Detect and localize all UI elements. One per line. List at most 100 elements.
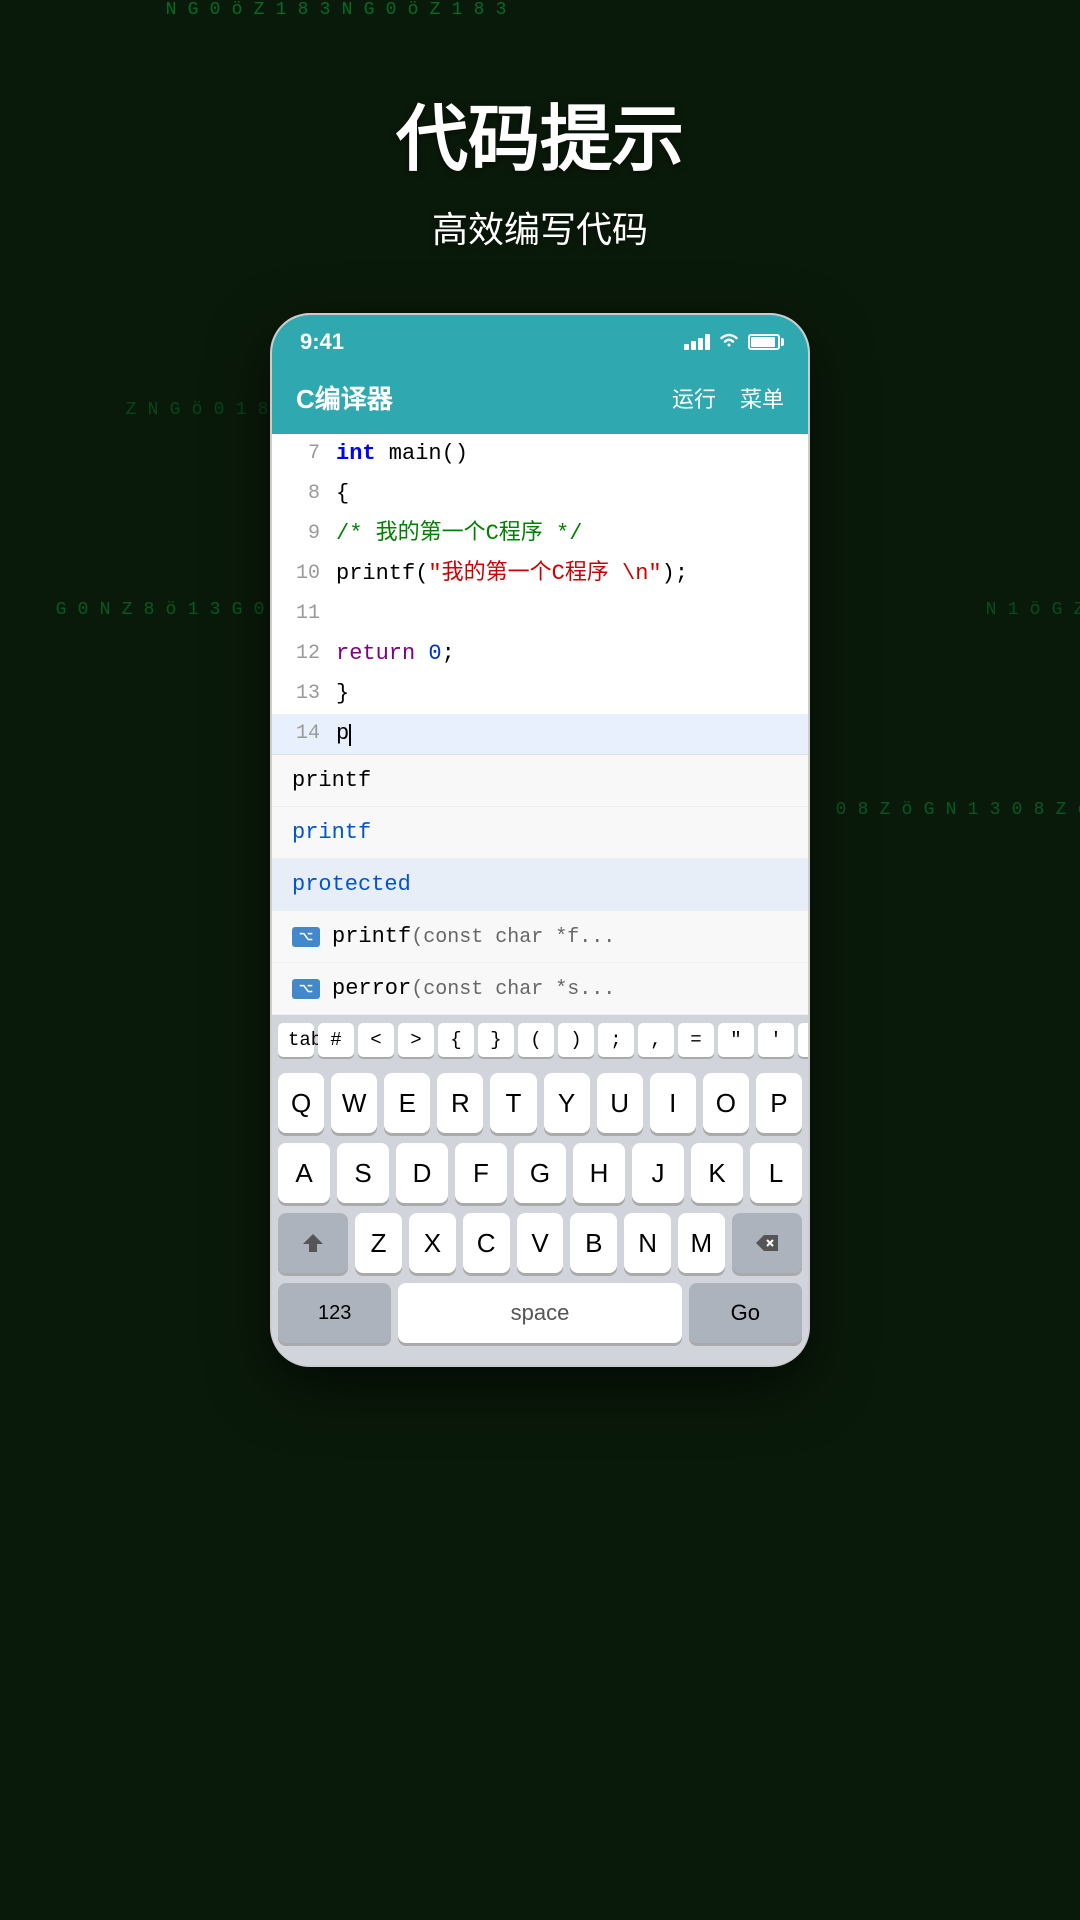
key-c[interactable]: C — [463, 1213, 510, 1273]
keyboard-row-1: Q W E R T Y U I O P — [278, 1073, 802, 1133]
key-w[interactable]: W — [331, 1073, 377, 1133]
line-num-10: 10 — [280, 554, 320, 594]
code-line-13: 13 } — [272, 674, 808, 714]
keyboard-row-3: Z X C V B N M — [278, 1213, 802, 1273]
code-line-11: 11 — [272, 594, 808, 634]
key-amp[interactable]: & — [798, 1023, 810, 1057]
code-line-10: 10 printf("我的第一个C程序 \n"); — [272, 554, 808, 594]
code-line-14: 14 p — [272, 714, 808, 754]
key-e[interactable]: E — [384, 1073, 430, 1133]
key-t[interactable]: T — [490, 1073, 536, 1133]
key-gt[interactable]: > — [398, 1023, 434, 1057]
line-num-12: 12 — [280, 634, 320, 674]
signal-bar-4 — [705, 334, 710, 350]
autocomplete-item-3[interactable]: protected — [272, 859, 808, 911]
backspace-key[interactable] — [732, 1213, 802, 1273]
app-title: 代码提示 — [396, 80, 684, 185]
code-line-8: 8 { — [272, 474, 808, 514]
key-v[interactable]: V — [517, 1213, 564, 1273]
key-comma[interactable]: , — [638, 1023, 674, 1057]
key-s[interactable]: S — [337, 1143, 389, 1203]
key-d[interactable]: D — [396, 1143, 448, 1203]
app-subtitle: 高效编写代码 — [432, 201, 648, 253]
key-q[interactable]: Q — [278, 1073, 324, 1133]
key-dquote[interactable]: " — [718, 1023, 754, 1057]
autocomplete-item-4[interactable]: ⌥ printf(const char *f... — [272, 911, 808, 963]
key-lt[interactable]: < — [358, 1023, 394, 1057]
code-content-7: int main() — [336, 434, 800, 474]
nav-actions: 运行 菜单 — [672, 382, 784, 414]
key-r[interactable]: R — [437, 1073, 483, 1133]
key-x[interactable]: X — [409, 1213, 456, 1273]
status-bar: 9:41 — [272, 315, 808, 365]
key-n[interactable]: N — [624, 1213, 671, 1273]
status-icons — [684, 331, 780, 354]
key-eq[interactable]: = — [678, 1023, 714, 1057]
key-l[interactable]: L — [750, 1143, 802, 1203]
code-line-12: 12 return 0; — [272, 634, 808, 674]
signal-bar-1 — [684, 344, 689, 350]
shift-key[interactable] — [278, 1213, 348, 1273]
code-content-10: printf("我的第一个C程序 \n"); — [336, 554, 800, 594]
autocomplete-text-2: printf — [292, 820, 371, 845]
status-time: 9:41 — [300, 329, 344, 355]
autocomplete-text-5: perror(const char *s... — [332, 976, 615, 1001]
line-num-7: 7 — [280, 434, 320, 474]
key-123[interactable]: 123 — [278, 1283, 391, 1343]
key-rbrace[interactable]: } — [478, 1023, 514, 1057]
key-hash[interactable]: # — [318, 1023, 354, 1057]
page-content: 代码提示 高效编写代码 9:41 — [0, 0, 1080, 1367]
menu-button[interactable]: 菜单 — [740, 382, 784, 414]
line-num-8: 8 — [280, 474, 320, 514]
key-f[interactable]: F — [455, 1143, 507, 1203]
key-squote[interactable]: ' — [758, 1023, 794, 1057]
autocomplete-text-3: protected — [292, 872, 411, 897]
key-k[interactable]: K — [691, 1143, 743, 1203]
key-tab[interactable]: tab — [278, 1023, 314, 1057]
line-num-11: 11 — [280, 594, 320, 634]
special-keys-row: tab # < > { } ( ) ; , = " ' & | — [272, 1015, 808, 1065]
key-a[interactable]: A — [278, 1143, 330, 1203]
code-content-12: return 0; — [336, 634, 800, 674]
autocomplete-item-2[interactable]: printf — [272, 807, 808, 859]
nav-bar: C编译器 运行 菜单 — [272, 365, 808, 434]
code-content-8: { — [336, 474, 800, 514]
key-g[interactable]: G — [514, 1143, 566, 1203]
key-lparen[interactable]: ( — [518, 1023, 554, 1057]
line-num-9: 9 — [280, 514, 320, 554]
key-y[interactable]: Y — [544, 1073, 590, 1133]
battery-icon — [748, 334, 780, 350]
key-i[interactable]: I — [650, 1073, 696, 1133]
signal-bar-2 — [691, 341, 696, 350]
key-semi[interactable]: ; — [598, 1023, 634, 1057]
autocomplete-item-1[interactable]: printf — [272, 755, 808, 807]
keyword-int: int — [336, 441, 376, 466]
text-cursor — [349, 724, 351, 746]
code-editor[interactable]: 7 int main() 8 { 9 /* 我的第一个C程序 */ 10 — [272, 434, 808, 754]
phone-mockup: 9:41 — [270, 313, 810, 1367]
code-line-9: 9 /* 我的第一个C程序 */ — [272, 514, 808, 554]
autocomplete-icon-5: ⌥ — [292, 979, 320, 999]
go-key[interactable]: Go — [689, 1283, 802, 1343]
space-key[interactable]: space — [398, 1283, 681, 1343]
wifi-icon — [718, 331, 740, 354]
keyboard: Q W E R T Y U I O P A S D F G H J K — [272, 1065, 808, 1365]
line-num-14: 14 — [280, 714, 320, 754]
key-j[interactable]: J — [632, 1143, 684, 1203]
key-h[interactable]: H — [573, 1143, 625, 1203]
key-m[interactable]: M — [678, 1213, 725, 1273]
code-content-11 — [336, 594, 800, 634]
code-line-7: 7 int main() — [272, 434, 808, 474]
autocomplete-dropdown[interactable]: printf printf protected ⌥ printf(const c… — [272, 754, 808, 1015]
key-rparen[interactable]: ) — [558, 1023, 594, 1057]
key-b[interactable]: B — [570, 1213, 617, 1273]
key-o[interactable]: O — [703, 1073, 749, 1133]
nav-title: C编译器 — [296, 379, 393, 416]
key-z[interactable]: Z — [355, 1213, 402, 1273]
autocomplete-item-5[interactable]: ⌥ perror(const char *s... — [272, 963, 808, 1015]
key-u[interactable]: U — [597, 1073, 643, 1133]
key-p[interactable]: P — [756, 1073, 802, 1133]
run-button[interactable]: 运行 — [672, 382, 716, 414]
key-lbrace[interactable]: { — [438, 1023, 474, 1057]
signal-bar-3 — [698, 338, 703, 350]
